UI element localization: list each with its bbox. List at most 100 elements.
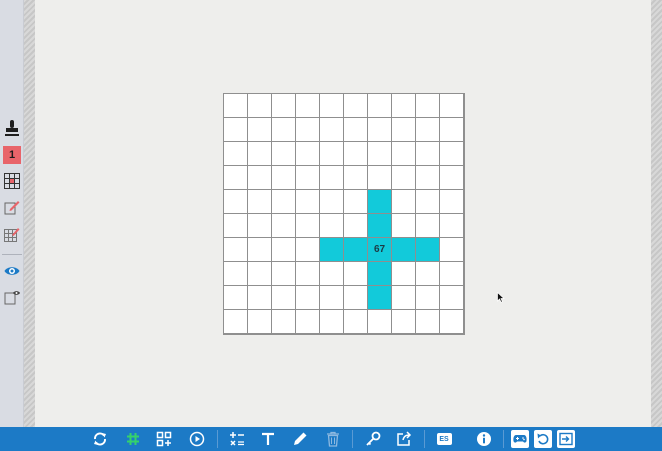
board-cell[interactable] — [320, 286, 343, 309]
board-cell[interactable] — [296, 190, 319, 213]
board-cell[interactable] — [344, 190, 367, 213]
board-cell[interactable] — [416, 94, 439, 117]
board-cell[interactable] — [320, 94, 343, 117]
board-cell[interactable] — [344, 214, 367, 237]
board-cell[interactable] — [440, 118, 463, 141]
text-icon[interactable] — [259, 430, 277, 448]
share-icon[interactable] — [395, 430, 413, 448]
board-cell[interactable] — [368, 118, 391, 141]
board-cell[interactable] — [344, 142, 367, 165]
board-cell[interactable] — [416, 310, 439, 333]
gamepad-icon[interactable] — [511, 430, 529, 448]
board-cell[interactable] — [272, 94, 295, 117]
board-cell-filled[interactable] — [368, 262, 391, 285]
board-cell[interactable] — [320, 214, 343, 237]
puzzle-board[interactable]: 67 — [223, 93, 465, 335]
board-cell[interactable] — [248, 142, 271, 165]
board-cell[interactable] — [272, 142, 295, 165]
board-cell[interactable] — [248, 118, 271, 141]
exit-icon[interactable] — [557, 430, 575, 448]
board-cell[interactable] — [392, 190, 415, 213]
board-cell[interactable] — [224, 94, 247, 117]
board-cell-filled[interactable] — [368, 286, 391, 309]
edit-icon[interactable] — [3, 198, 21, 216]
board-cell[interactable] — [296, 238, 319, 261]
board-cell[interactable] — [296, 214, 319, 237]
board-cell[interactable] — [344, 262, 367, 285]
trash-icon[interactable] — [324, 430, 342, 448]
board-cell[interactable] — [272, 286, 295, 309]
board-cell[interactable] — [440, 238, 463, 261]
board-cell[interactable] — [392, 142, 415, 165]
board-cell[interactable] — [272, 262, 295, 285]
board-cell[interactable] — [416, 190, 439, 213]
board-cell[interactable] — [440, 94, 463, 117]
board-cell[interactable] — [440, 214, 463, 237]
board-cell[interactable] — [296, 94, 319, 117]
play-icon[interactable] — [188, 430, 206, 448]
board-cell[interactable] — [416, 142, 439, 165]
board-cell[interactable] — [272, 190, 295, 213]
board-cell[interactable] — [224, 142, 247, 165]
board-cell-filled[interactable] — [320, 238, 343, 261]
board-cell[interactable] — [344, 286, 367, 309]
board-cell[interactable] — [416, 214, 439, 237]
board-cell[interactable] — [296, 118, 319, 141]
refresh-icon[interactable] — [91, 430, 109, 448]
key-icon[interactable] — [364, 430, 382, 448]
board-cell[interactable] — [248, 190, 271, 213]
board-cell[interactable] — [416, 286, 439, 309]
board-cell[interactable] — [368, 310, 391, 333]
grid-icon[interactable] — [3, 172, 21, 190]
grid-add-icon[interactable] — [155, 430, 173, 448]
board-cell[interactable] — [248, 310, 271, 333]
board-cell[interactable] — [296, 262, 319, 285]
language-button[interactable]: ES — [435, 430, 453, 448]
board-cell[interactable] — [392, 94, 415, 117]
board-cell[interactable] — [344, 118, 367, 141]
board-cell[interactable] — [224, 166, 247, 189]
board-cell[interactable] — [272, 238, 295, 261]
board-cell[interactable] — [392, 286, 415, 309]
board-cell[interactable] — [296, 142, 319, 165]
board-cell[interactable] — [344, 166, 367, 189]
board-cell-filled[interactable] — [368, 214, 391, 237]
board-cell-filled[interactable] — [416, 238, 439, 261]
board-cell[interactable] — [248, 94, 271, 117]
board-cell[interactable] — [440, 262, 463, 285]
board-cell-label[interactable]: 67 — [368, 238, 391, 261]
board-cell[interactable] — [440, 286, 463, 309]
board-cell[interactable] — [272, 118, 295, 141]
board-cell[interactable] — [248, 166, 271, 189]
undo-icon[interactable] — [534, 430, 552, 448]
board-cell[interactable] — [440, 166, 463, 189]
note-eye-icon[interactable] — [3, 288, 21, 306]
board-cell[interactable] — [320, 118, 343, 141]
board-cell[interactable] — [272, 310, 295, 333]
board-cell[interactable] — [224, 310, 247, 333]
board-cell[interactable] — [248, 262, 271, 285]
board-cell-filled[interactable] — [344, 238, 367, 261]
board-cell[interactable] — [320, 190, 343, 213]
board-cell[interactable] — [224, 190, 247, 213]
board-cell[interactable] — [296, 286, 319, 309]
board-cell[interactable] — [248, 286, 271, 309]
board-cell[interactable] — [440, 310, 463, 333]
board-cell[interactable] — [368, 94, 391, 117]
board-cell[interactable] — [296, 166, 319, 189]
board-cell-filled[interactable] — [392, 238, 415, 261]
board-cell[interactable] — [344, 310, 367, 333]
board-cell[interactable] — [440, 190, 463, 213]
board-cell[interactable] — [248, 214, 271, 237]
info-icon[interactable] — [475, 430, 493, 448]
board-cell[interactable] — [416, 166, 439, 189]
board-cell[interactable] — [224, 214, 247, 237]
board-cell[interactable] — [416, 262, 439, 285]
board-cell[interactable] — [392, 262, 415, 285]
stamp-icon[interactable] — [3, 119, 21, 137]
level-badge[interactable]: 1 — [3, 146, 21, 164]
board-cell[interactable] — [224, 238, 247, 261]
board-cell[interactable] — [248, 238, 271, 261]
board-cell[interactable] — [320, 142, 343, 165]
math-ops-icon[interactable] — [228, 430, 246, 448]
